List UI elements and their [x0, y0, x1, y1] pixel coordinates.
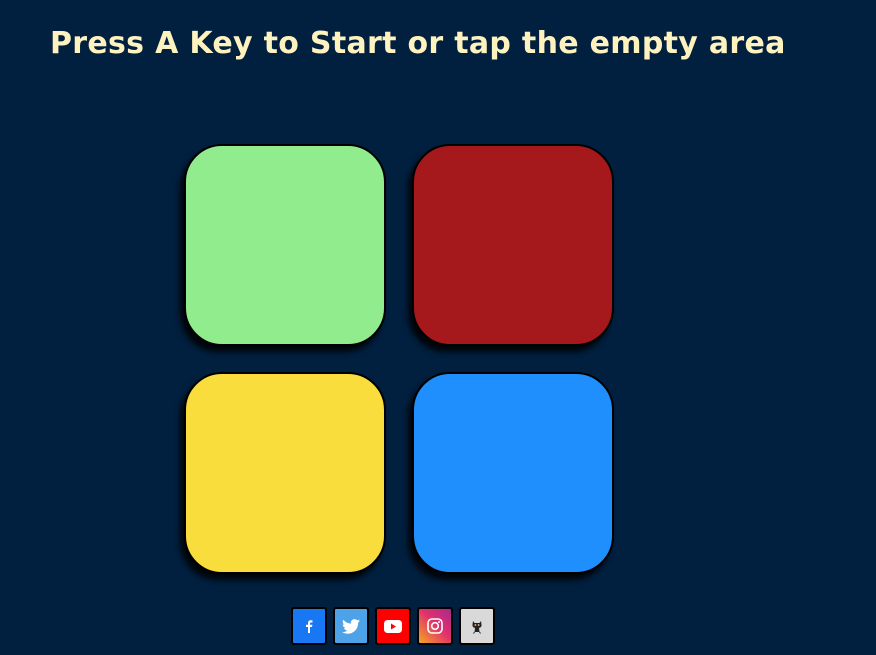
- twitter-button[interactable]: [333, 607, 369, 645]
- yellow-pad[interactable]: [184, 372, 386, 574]
- green-pad[interactable]: [184, 144, 386, 346]
- social-links: [291, 607, 495, 645]
- facebook-icon: [303, 619, 315, 633]
- facebook-button[interactable]: [291, 607, 327, 645]
- blue-pad[interactable]: [412, 372, 614, 574]
- github-icon: [470, 618, 484, 634]
- red-pad[interactable]: [412, 144, 614, 346]
- github-button[interactable]: [459, 607, 495, 645]
- youtube-button[interactable]: [375, 607, 411, 645]
- page-title: Press A Key to Start or tap the empty ar…: [50, 26, 786, 61]
- youtube-icon: [384, 619, 402, 633]
- instagram-button[interactable]: [417, 607, 453, 645]
- instagram-icon: [427, 618, 443, 634]
- twitter-icon: [342, 618, 360, 634]
